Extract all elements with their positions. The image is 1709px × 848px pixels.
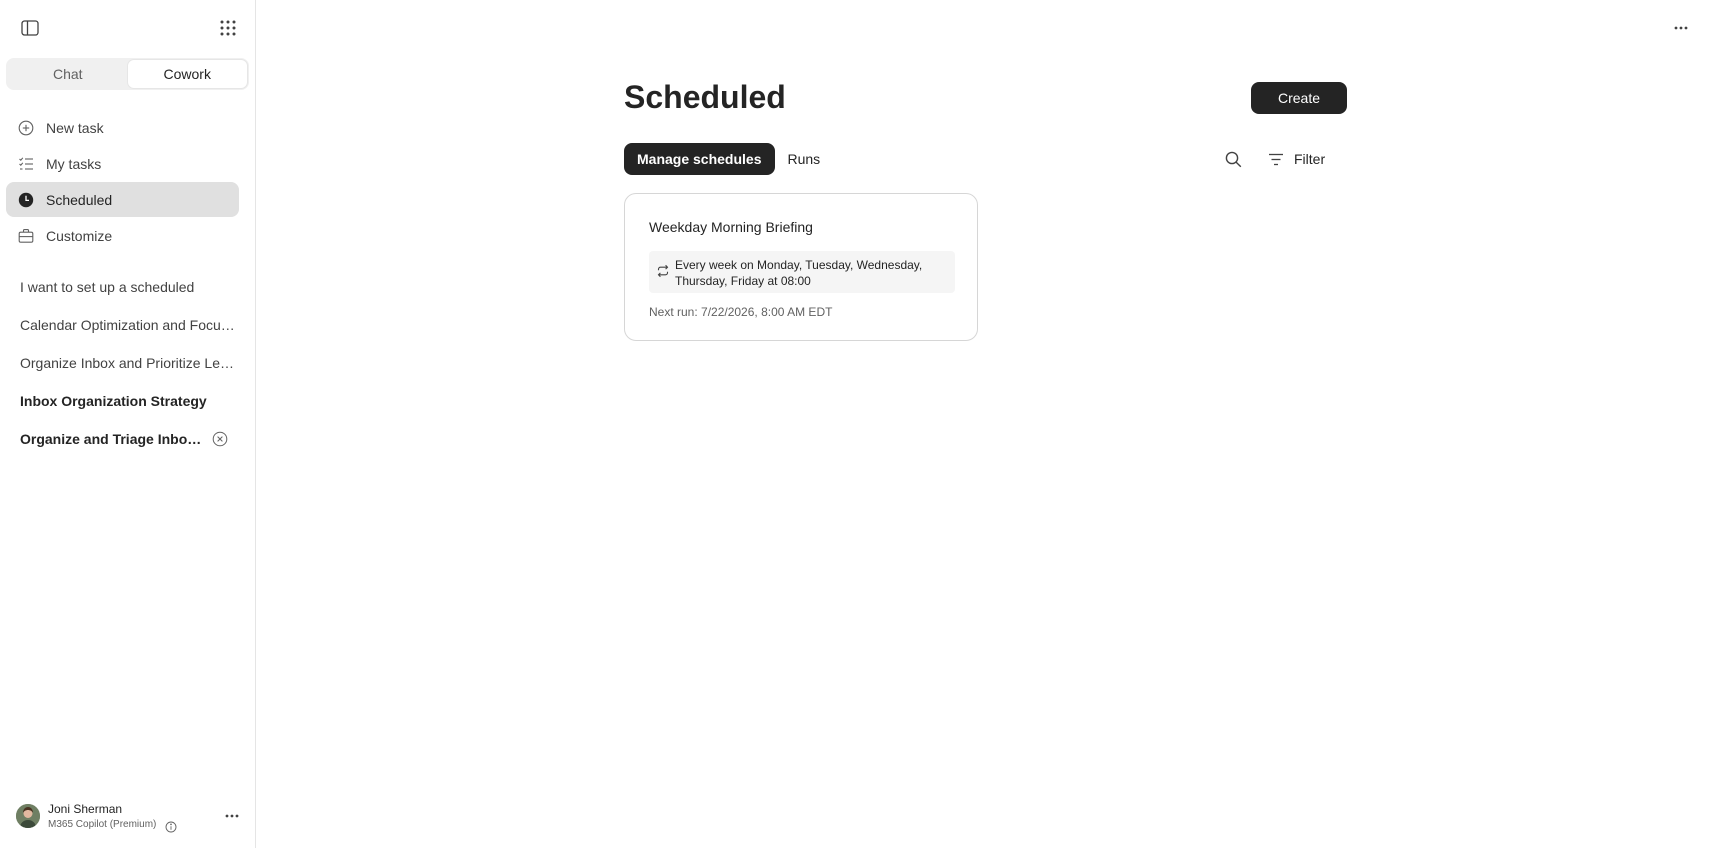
nav-item-new-task[interactable]: New task	[6, 110, 239, 145]
filter-icon	[1269, 153, 1283, 165]
recurrence-box: Every week on Monday, Tuesday, Wednesday…	[649, 251, 955, 293]
nav-item-label: My tasks	[46, 155, 102, 172]
mode-tab-cowork[interactable]: Cowork	[127, 60, 247, 88]
task-list-icon	[18, 156, 34, 172]
schedule-tabs: Manage schedules Runs	[624, 143, 833, 175]
user-name: Joni Sherman	[48, 802, 123, 816]
avatar	[16, 804, 40, 828]
sidebar: Chat Cowork New task My tasks Scheduled …	[0, 0, 256, 848]
create-button[interactable]: Create	[1251, 82, 1347, 114]
waffle-grid-icon	[220, 20, 236, 36]
nav-item-label: New task	[46, 119, 104, 136]
history-item[interactable]: Inbox Organization Strategy	[6, 382, 239, 420]
more-horizontal-icon	[225, 814, 239, 818]
history-item[interactable]: Calendar Optimization and Focus Time	[6, 306, 239, 344]
repeat-icon	[656, 264, 670, 278]
mode-tab-chat[interactable]: Chat	[8, 60, 128, 88]
history-item-label: Organize Inbox and Prioritize Leads	[20, 355, 235, 371]
sidebar-toolbar	[16, 14, 241, 42]
app-launcher-button[interactable]	[214, 14, 242, 42]
more-horizontal-icon	[1674, 26, 1688, 30]
sidebar-nav: New task My tasks Scheduled Customize	[6, 110, 239, 254]
filter-button[interactable]: Filter	[1268, 146, 1325, 172]
recurrence-text: Every week on Monday, Tuesday, Wednesday…	[675, 258, 923, 288]
toggle-sidebar-button[interactable]	[16, 14, 44, 42]
history-item-label: Calendar Optimization and Focus Time	[20, 317, 235, 333]
next-run-text: Next run: 7/22/2026, 8:00 AM EDT	[649, 305, 833, 319]
history-item[interactable]: I want to set up a scheduled	[6, 268, 239, 306]
user-more-button[interactable]	[220, 804, 244, 828]
history-item[interactable]: Organize and Triage Inbox Emails	[6, 420, 239, 458]
tab-runs[interactable]: Runs	[775, 143, 834, 175]
user-plan: M365 Copilot (Premium)	[48, 819, 157, 830]
tab-manage-schedules[interactable]: Manage schedules	[624, 143, 775, 175]
history-item-label: I want to set up a scheduled	[20, 279, 195, 295]
nav-item-scheduled[interactable]: Scheduled	[6, 182, 239, 217]
search-button[interactable]	[1220, 146, 1246, 172]
sidebar-panel-icon	[21, 20, 39, 36]
nav-item-customize[interactable]: Customize	[6, 218, 239, 253]
history-item[interactable]: Organize Inbox and Prioritize Leads	[6, 344, 239, 382]
search-icon	[1225, 151, 1241, 167]
page-title: Scheduled	[624, 79, 786, 115]
schedule-title: Weekday Morning Briefing	[649, 219, 813, 235]
dismiss-circle-icon[interactable]	[212, 431, 228, 447]
nav-item-label: Scheduled	[46, 191, 113, 208]
clock-icon	[18, 192, 34, 208]
filter-label: Filter	[1294, 151, 1326, 167]
history-item-label: Inbox Organization Strategy	[20, 393, 207, 409]
info-icon[interactable]	[165, 820, 177, 833]
history-item-label: Organize and Triage Inbox Emails	[20, 431, 203, 447]
briefcase-icon	[18, 228, 34, 244]
mode-switcher: Chat Cowork	[6, 58, 249, 90]
nav-item-my-tasks[interactable]: My tasks	[6, 146, 239, 181]
nav-item-label: Customize	[46, 227, 113, 244]
task-history-list: I want to set up a scheduled Calendar Op…	[6, 268, 239, 458]
schedule-card[interactable]: Weekday Morning Briefing Every week on M…	[624, 193, 978, 341]
page-more-button[interactable]	[1667, 14, 1695, 42]
user-profile[interactable]: Joni Sherman M365 Copilot (Premium)	[16, 802, 244, 834]
plus-circle-icon	[18, 120, 34, 136]
